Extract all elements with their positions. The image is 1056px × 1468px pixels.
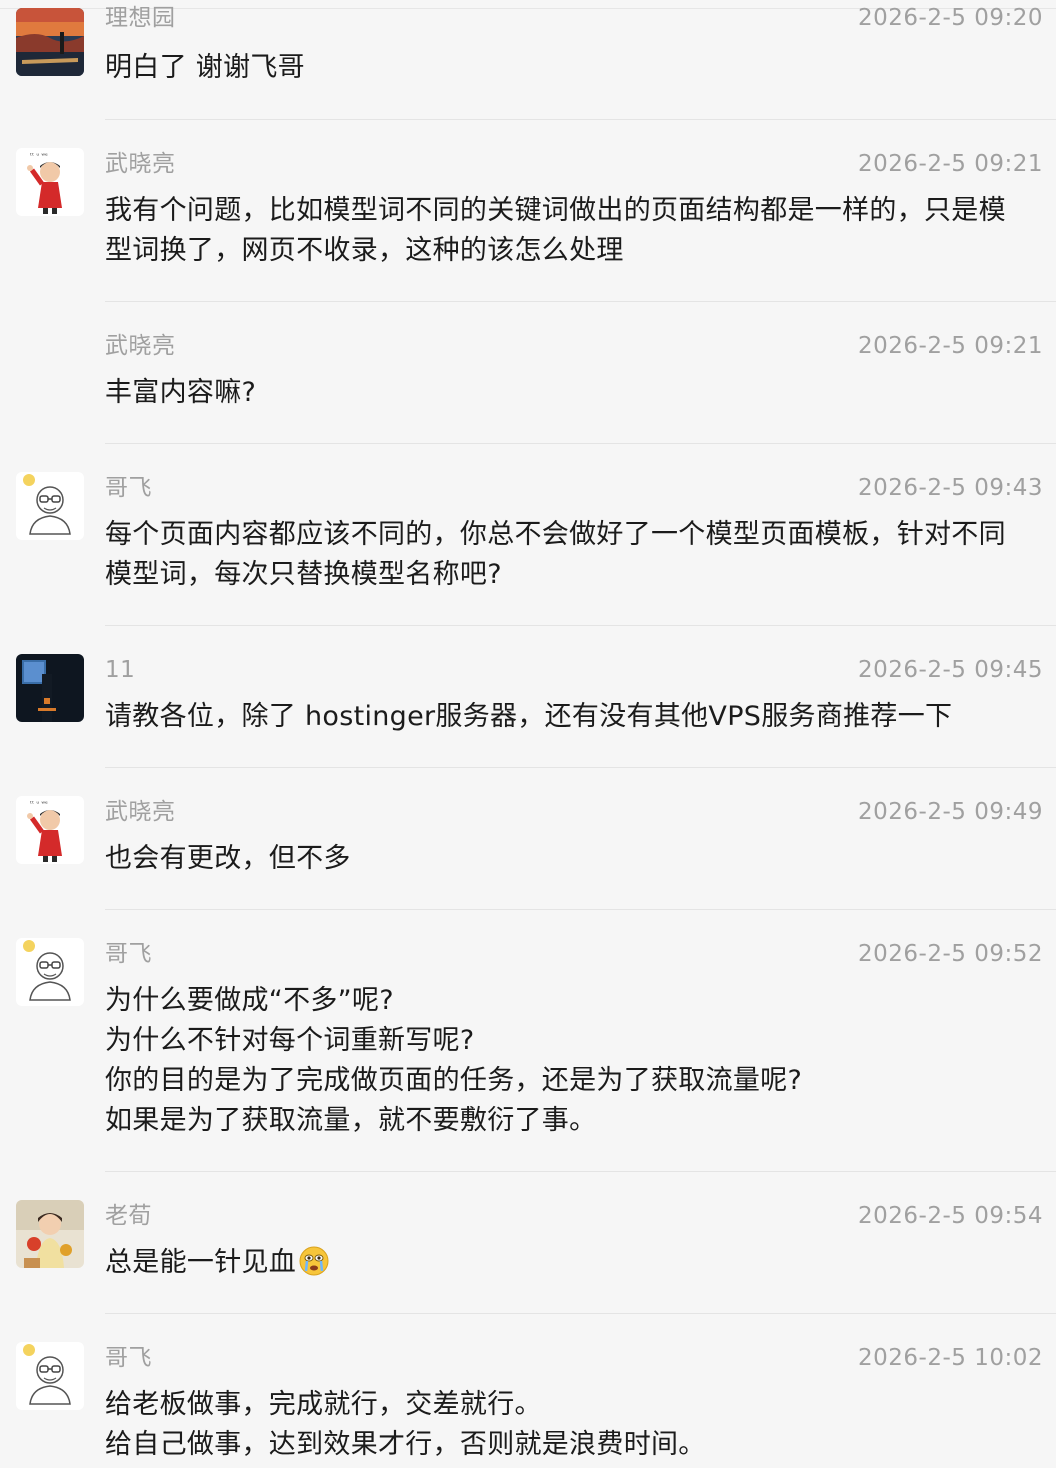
divider	[105, 443, 1056, 444]
comment-time: 2026-2-5 09:54	[858, 1203, 1043, 1229]
comment-text: 给老板做事，完成就行，交差就行。 给自己做事，达到效果才行，否则就是浪费时间。	[105, 1385, 1040, 1465]
comment-author[interactable]: 武晓亮	[105, 148, 176, 180]
sunset-avatar-icon[interactable]	[16, 8, 84, 76]
comment-text: 每个页面内容都应该不同的，你总不会做好了一个模型页面模板，针对不同 模型词，每次…	[105, 515, 1040, 595]
comment-line: 模型词，每次只替换模型名称吧?	[105, 559, 502, 590]
comment-line: 总是能一针见血	[105, 1243, 1040, 1283]
divider	[105, 1171, 1056, 1172]
divider	[105, 909, 1056, 910]
comment-author[interactable]: 老荀	[105, 1200, 152, 1232]
glasses-man-sketch-avatar-icon[interactable]	[16, 938, 84, 1006]
comment-line: 给老板做事，完成就行，交差就行。	[105, 1389, 542, 1420]
comment-author[interactable]: 理想园	[105, 2, 176, 34]
comment-text: 为什么要做成“不多”呢? 为什么不针对每个词重新写呢? 你的目的是为了完成做页面…	[105, 981, 1040, 1141]
comment-text: 丰富内容嘛?	[105, 373, 1040, 413]
divider	[105, 119, 1056, 120]
comment-line: 每个页面内容都应该不同的，你总不会做好了一个模型页面模板，针对不同	[105, 519, 1006, 550]
glasses-man-sketch-avatar-icon[interactable]	[16, 472, 84, 540]
dark-tower-avatar-icon[interactable]	[16, 654, 84, 722]
comment-author[interactable]: 哥飞	[105, 472, 152, 504]
cartoon-red-kid-avatar-icon[interactable]: ᵗᵗ ᵘ ʷᵉ	[16, 796, 84, 864]
comment-time: 2026-2-5 09:21	[858, 151, 1043, 177]
svg-text:ᵗᵗ ᵘ ʷᵉ: ᵗᵗ ᵘ ʷᵉ	[30, 800, 48, 808]
divider	[105, 301, 1056, 302]
comment-line: 请教各位，除了 hostinger服务器，还有没有其他VPS服务商推荐一下	[105, 701, 953, 732]
comment-line: 我有个问题，比如模型词不同的关键词做出的页面结构都是一样的，只是模	[105, 195, 1006, 226]
divider	[105, 625, 1056, 626]
comment-time: 2026-2-5 09:20	[858, 5, 1043, 31]
comment-text: 我有个问题，比如模型词不同的关键词做出的页面结构都是一样的，只是模 型词换了，网…	[105, 191, 1040, 271]
svg-text:ᵗᵗ ᵘ ʷᵉ: ᵗᵗ ᵘ ʷᵉ	[30, 152, 48, 160]
crying-emoji-icon	[298, 1245, 330, 1277]
comment-author[interactable]: 武晓亮	[105, 796, 176, 828]
cartoon-red-kid-avatar-icon[interactable]: ᵗᵗ ᵘ ʷᵉ	[16, 148, 84, 216]
comment-text: 也会有更改，但不多	[105, 839, 1040, 879]
comment-line: 也会有更改，但不多	[105, 843, 351, 874]
comment-line: 型词换了，网页不收录，这种的该怎么处理	[105, 235, 624, 266]
comment-author[interactable]: 哥飞	[105, 938, 152, 970]
comment-time: 2026-2-5 09:45	[858, 657, 1043, 683]
comment-line: 你的目的是为了完成做页面的任务，还是为了获取流量呢?	[105, 1065, 803, 1096]
comment-time: 2026-2-5 10:02	[858, 1345, 1043, 1371]
comment-time: 2026-2-5 09:21	[858, 333, 1043, 359]
comment-line: 为什么不针对每个词重新写呢?	[105, 1025, 475, 1056]
divider	[105, 1313, 1056, 1314]
comment-time: 2026-2-5 09:49	[858, 799, 1043, 825]
comment-text: 总是能一针见血	[105, 1243, 1040, 1283]
comment-line-text: 总是能一针见血	[105, 1247, 297, 1278]
comment-line: 如果是为了获取流量，就不要敷衍了事。	[105, 1105, 597, 1136]
comment-time: 2026-2-5 09:43	[858, 475, 1043, 501]
comment-line: 为什么要做成“不多”呢?	[105, 985, 394, 1016]
comment-text: 请教各位，除了 hostinger服务器，还有没有其他VPS服务商推荐一下	[105, 697, 1040, 737]
girl-with-fruit-avatar-icon[interactable]	[16, 1200, 84, 1268]
comment-text: 明白了 谢谢飞哥	[105, 48, 1040, 88]
comment-author[interactable]: 哥飞	[105, 1342, 152, 1374]
comment-line: 给自己做事，达到效果才行，否则就是浪费时间。	[105, 1429, 706, 1460]
comment-line: 明白了 谢谢飞哥	[105, 52, 305, 83]
comment-line: 丰富内容嘛?	[105, 377, 257, 408]
comment-author[interactable]: 11	[105, 654, 135, 686]
glasses-man-sketch-avatar-icon[interactable]	[16, 1342, 84, 1410]
comment-author[interactable]: 武晓亮	[105, 330, 176, 362]
divider	[105, 767, 1056, 768]
comment-feed: 理想园 2026-2-5 09:20 明白了 谢谢飞哥 ᵗᵗ ᵘ ʷᵉ 武晓亮 …	[0, 0, 1056, 1468]
comment-time: 2026-2-5 09:52	[858, 941, 1043, 967]
